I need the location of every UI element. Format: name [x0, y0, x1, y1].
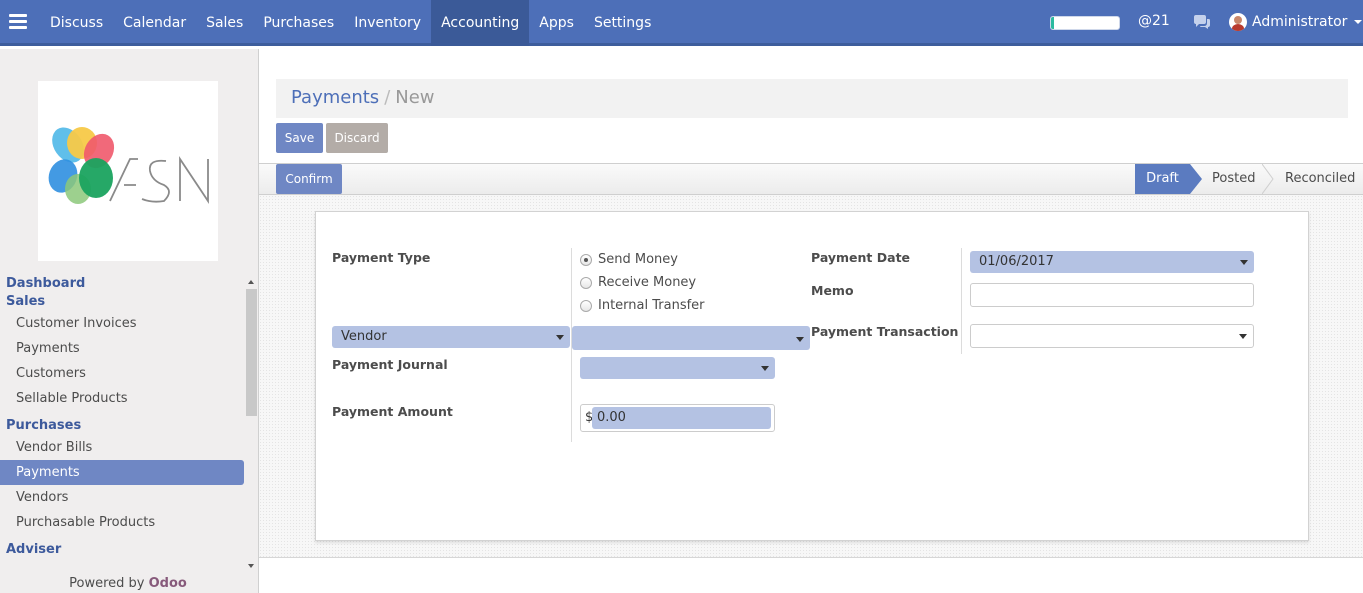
payment-amount-label: Payment Amount — [332, 404, 453, 419]
user-avatar — [1229, 13, 1247, 31]
chevron-down-icon — [761, 366, 769, 371]
memo-label: Memo — [811, 283, 854, 298]
sidebar-item-vendor-bills[interactable]: Vendor Bills — [0, 435, 244, 460]
nav-settings[interactable]: Settings — [584, 0, 661, 46]
sidebar-item-vendors[interactable]: Vendors — [0, 485, 244, 510]
odoo-link[interactable]: Odoo — [149, 576, 187, 591]
top-navbar: Discuss Calendar Sales Purchases Invento… — [0, 0, 1363, 46]
chevron-down-icon — [1239, 334, 1247, 339]
stage-draft[interactable]: Draft — [1135, 164, 1202, 194]
sidebar-item-customers[interactable]: Customers — [0, 361, 244, 386]
stage-chevron-icon — [1262, 164, 1274, 194]
radio-receive-money[interactable]: Receive Money — [580, 275, 696, 290]
sidebar-section-sales[interactable]: Sales — [0, 293, 244, 311]
asn-logo-icon — [48, 127, 209, 204]
radio-internal-transfer-label: Internal Transfer — [598, 298, 705, 313]
payment-date-value: 01/06/2017 — [979, 254, 1054, 269]
save-button[interactable]: Save — [276, 123, 323, 153]
payment-journal-select[interactable] — [580, 357, 775, 379]
nav-discuss[interactable]: Discuss — [40, 0, 113, 46]
user-name: Administrator — [1252, 14, 1348, 30]
breadcrumb-current: New — [395, 87, 435, 108]
nav-inventory[interactable]: Inventory — [344, 0, 431, 46]
sidebar-item-purchase-payments[interactable]: Payments — [0, 460, 244, 485]
stage-posted[interactable]: Posted — [1212, 164, 1255, 194]
sidebar-section-dashboard[interactable]: Dashboard — [0, 275, 244, 293]
memo-input[interactable] — [970, 283, 1254, 307]
user-menu[interactable]: Administrator — [1229, 13, 1363, 31]
nav-purchases[interactable]: Purchases — [253, 0, 344, 46]
sidebar-item-purchasable-products[interactable]: Purchasable Products — [0, 510, 244, 535]
confirm-button[interactable]: Confirm — [276, 164, 342, 194]
radio-internal-transfer[interactable]: Internal Transfer — [580, 298, 705, 313]
scroll-up-icon[interactable] — [248, 280, 254, 284]
partner-type-select[interactable]: Vendor — [332, 326, 570, 348]
breadcrumb-payments[interactable]: Payments — [291, 87, 379, 108]
payment-date-input[interactable]: 01/06/2017 — [970, 251, 1254, 273]
app-menu: Discuss Calendar Sales Purchases Invento… — [40, 0, 661, 46]
radio-receive-money-label: Receive Money — [598, 275, 697, 290]
company-logo — [38, 81, 218, 261]
control-panel: Payments / New — [276, 79, 1348, 118]
payment-date-label: Payment Date — [811, 250, 911, 265]
powered-by-text: Powered by — [69, 576, 145, 591]
partner-select[interactable] — [572, 326, 810, 350]
planner-progress-bar[interactable] — [1050, 16, 1120, 30]
sidebar-section-adviser[interactable]: Adviser — [0, 541, 244, 559]
right-column-divider — [961, 248, 962, 354]
nav-calendar[interactable]: Calendar — [113, 0, 196, 46]
breadcrumb: Payments / New — [291, 87, 435, 108]
powered-by: Powered by Odoo — [0, 576, 256, 591]
discard-button[interactable]: Discard — [326, 123, 388, 153]
radio-unchecked-icon[interactable] — [580, 299, 592, 312]
partner-type-value: Vendor — [341, 329, 387, 344]
breadcrumb-separator: / — [384, 87, 391, 108]
nav-accounting[interactable]: Accounting — [431, 0, 530, 46]
payment-transaction-select[interactable] — [970, 324, 1254, 348]
payment-transaction-label: Payment Transaction — [811, 324, 959, 339]
chevron-down-icon — [556, 335, 564, 340]
sidebar: Dashboard Sales Customer Invoices Paymen… — [0, 49, 259, 593]
chevron-down-icon — [1354, 20, 1363, 24]
nav-apps[interactable]: Apps — [529, 0, 584, 46]
chat-icon[interactable] — [1193, 15, 1211, 31]
chevron-down-icon — [796, 337, 804, 342]
radio-send-money-label: Send Money — [598, 252, 678, 267]
sidebar-item-sellable-products[interactable]: Sellable Products — [0, 386, 244, 411]
sidebar-menu: Dashboard Sales Customer Invoices Paymen… — [0, 275, 244, 559]
sidebar-item-sales-payments[interactable]: Payments — [0, 336, 244, 361]
radio-unchecked-icon[interactable] — [580, 276, 592, 289]
radio-checked-icon[interactable] — [580, 253, 592, 266]
nav-sales[interactable]: Sales — [196, 0, 253, 46]
sidebar-scrollbar[interactable] — [246, 277, 257, 575]
payment-journal-label: Payment Journal — [332, 357, 448, 372]
radio-send-money[interactable]: Send Money — [580, 252, 678, 267]
payment-type-label: Payment Type — [332, 250, 431, 265]
chevron-down-icon — [1240, 260, 1248, 265]
sidebar-item-customer-invoices[interactable]: Customer Invoices — [0, 311, 244, 336]
scrollbar-thumb[interactable] — [246, 289, 257, 416]
sidebar-section-purchases[interactable]: Purchases — [0, 417, 244, 435]
mentions-counter[interactable]: @21 — [1138, 13, 1170, 29]
scroll-down-icon[interactable] — [248, 564, 254, 568]
stage-reconciled[interactable]: Reconciled — [1285, 164, 1355, 194]
menu-toggle-icon[interactable] — [9, 14, 27, 30]
payment-amount-input[interactable]: 0.00 — [592, 407, 771, 429]
payment-amount-field[interactable]: $ 0.00 — [580, 404, 775, 432]
